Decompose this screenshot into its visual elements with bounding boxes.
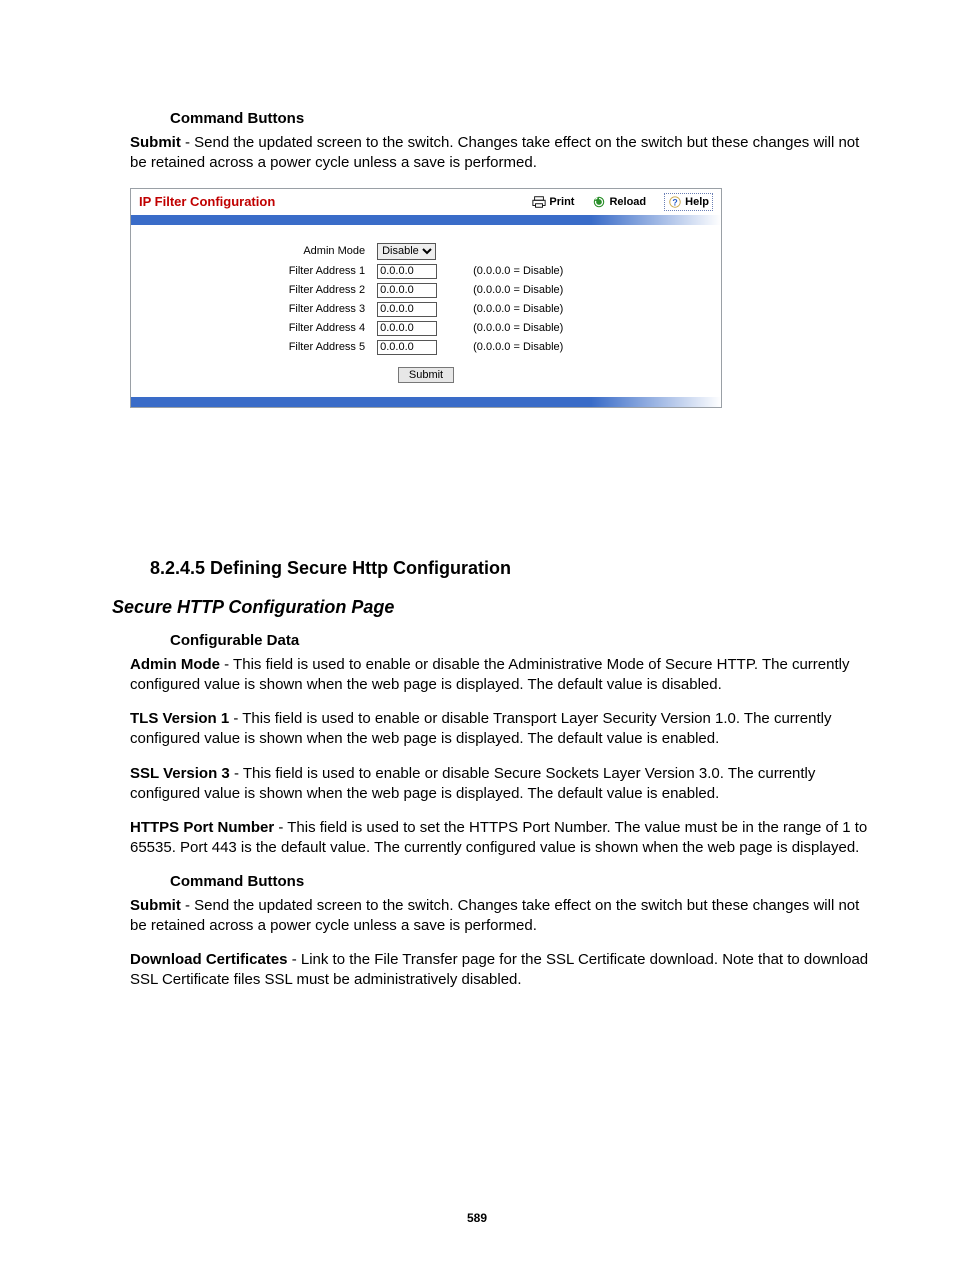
filter-hint-1: (0.0.0.0 = Disable) [443,262,569,281]
help-label: Help [685,196,709,208]
ip-filter-config-panel: IP Filter Configuration Print Reload [130,188,722,408]
filter-label-5: Filter Address 5 [283,338,371,357]
panel-header: IP Filter Configuration Print Reload [131,189,721,215]
filter-hint-5: (0.0.0.0 = Disable) [443,338,569,357]
filter-label-3: Filter Address 3 [283,300,371,319]
para-tls1: TLS Version 1 - This field is used to en… [130,709,874,750]
filter-row-5: Filter Address 5 (0.0.0.0 = Disable) [283,338,570,357]
text-submit-bottom: - Send the updated screen to the switch.… [130,897,859,934]
configurable-data-heading: Configurable Data [170,632,874,649]
svg-text:?: ? [672,197,677,207]
filter-row-2: Filter Address 2 (0.0.0.0 = Disable) [283,281,570,300]
panel-title: IP Filter Configuration [139,194,532,209]
reload-icon [592,195,606,209]
blue-bar-bottom [131,397,721,407]
command-buttons-heading-top: Command Buttons [170,110,874,127]
term-ssl3: SSL Version 3 [130,765,230,782]
command-buttons-heading-bottom: Command Buttons [170,873,874,890]
filter-hint-2: (0.0.0.0 = Disable) [443,281,569,300]
submit-button[interactable]: Submit [398,367,454,383]
reload-action[interactable]: Reload [592,195,646,209]
printer-icon [532,195,546,209]
admin-mode-label: Admin Mode [283,241,371,262]
text-submit-top: - Send the updated screen to the switch.… [130,134,859,171]
term-admin-mode: Admin Mode [130,656,220,673]
text-tls1: - This field is used to enable or disabl… [130,710,831,747]
section-subheading: Secure HTTP Configuration Page [112,597,874,618]
filter-input-5[interactable] [377,340,437,355]
filter-label-2: Filter Address 2 [283,281,371,300]
filter-input-2[interactable] [377,283,437,298]
admin-mode-select[interactable]: Disable [377,243,436,260]
para-admin-mode: Admin Mode - This field is used to enabl… [130,655,874,696]
admin-mode-hint [443,241,569,262]
filter-input-1[interactable] [377,264,437,279]
filter-input-4[interactable] [377,321,437,336]
panel-actions: Print Reload ? Help [532,193,713,211]
section-heading: 8.2.4.5 Defining Secure Http Configurati… [150,558,874,579]
filter-label-1: Filter Address 1 [283,262,371,281]
filter-input-3[interactable] [377,302,437,317]
page-number: 589 [80,1211,874,1225]
text-ssl3: - This field is used to enable or disabl… [130,765,815,802]
download-certificates-description: Download Certificates - Link to the File… [130,950,874,991]
text-admin-mode: - This field is used to enable or disabl… [130,656,849,693]
help-icon: ? [668,195,682,209]
filter-hint-4: (0.0.0.0 = Disable) [443,319,569,338]
filter-row-1: Filter Address 1 (0.0.0.0 = Disable) [283,262,570,281]
submit-description-top: Submit - Send the updated screen to the … [130,133,874,174]
print-label: Print [549,196,574,208]
term-tls1: TLS Version 1 [130,710,229,727]
para-https-port: HTTPS Port Number - This field is used t… [130,818,874,859]
print-action[interactable]: Print [532,195,574,209]
filter-row-3: Filter Address 3 (0.0.0.0 = Disable) [283,300,570,319]
form-rows: Admin Mode Disable Filter Address 1 (0.0… [283,241,570,357]
submit-description-bottom: Submit - Send the updated screen to the … [130,896,874,937]
filter-row-4: Filter Address 4 (0.0.0.0 = Disable) [283,319,570,338]
term-dlcert: Download Certificates [130,951,288,968]
reload-label: Reload [609,196,646,208]
filter-hint-3: (0.0.0.0 = Disable) [443,300,569,319]
filter-label-4: Filter Address 4 [283,319,371,338]
term-submit-bottom: Submit [130,897,181,914]
admin-mode-row: Admin Mode Disable [283,241,570,262]
panel-body: Admin Mode Disable Filter Address 1 (0.0… [131,225,721,397]
para-ssl3: SSL Version 3 - This field is used to en… [130,764,874,805]
help-action[interactable]: ? Help [664,193,713,211]
blue-bar-top [131,215,721,225]
term-submit-top: Submit [130,134,181,151]
term-https-port: HTTPS Port Number [130,819,274,836]
